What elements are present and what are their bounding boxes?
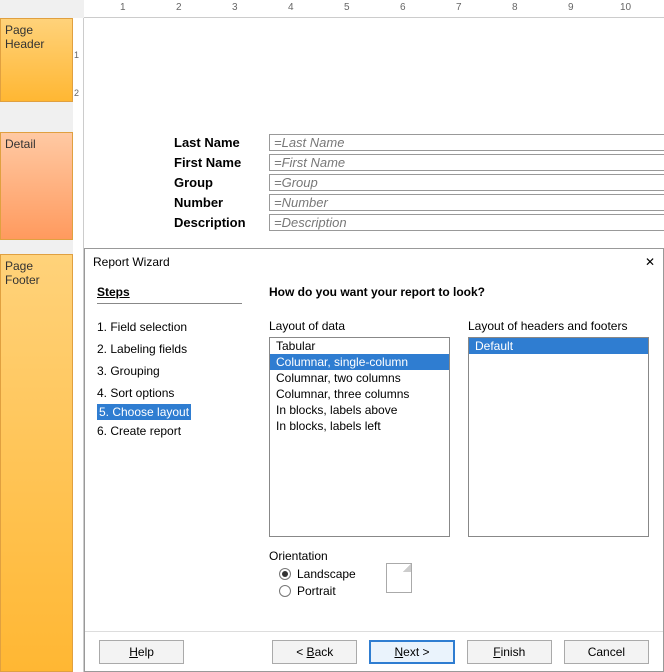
orientation-label: Orientation [269,549,356,563]
layout-option[interactable]: Columnar, single-column [270,354,449,370]
wizard-question: How do you want your report to look? [269,285,649,299]
layout-data-label: Layout of data [269,319,450,333]
report-designer: Page Header Detail Page Footer 1 2 3 4 5… [0,0,664,672]
layout-option[interactable]: In blocks, labels left [270,418,449,434]
field-placeholder[interactable]: =Description [269,214,664,231]
field-label: Number [174,195,269,210]
step-labeling-fields[interactable]: 2. Labeling fields [97,338,242,360]
field-row: Number=Number [174,192,664,212]
step-create-report[interactable]: 6. Create report [97,420,242,442]
section-label: Page Footer [5,259,40,287]
section-label: Page Header [5,23,44,51]
layout-option[interactable]: Columnar, two columns [270,370,449,386]
step-field-selection[interactable]: 1. Field selection [97,316,242,338]
step-sort-options[interactable]: 4. Sort options [97,382,242,404]
field-placeholder[interactable]: =Group [269,174,664,191]
report-wizard-dialog: Report Wizard ✕ Steps 1. Field selection… [84,248,664,672]
step-choose-layout[interactable]: 5. Choose layout [97,404,191,420]
ruler-vertical: 1 2 [73,18,84,672]
detail-fields: Last Name=Last Name First Name=First Nam… [174,132,664,232]
section-label: Detail [5,137,36,151]
hf-option[interactable]: Default [469,338,648,354]
close-icon[interactable]: ✕ [645,255,655,269]
ruler-horizontal: 1 2 3 4 5 6 7 8 9 10 [84,0,664,18]
section-page-footer[interactable]: Page Footer [0,254,73,672]
field-label: First Name [174,155,269,170]
layout-hf-listbox[interactable]: Default [468,337,649,537]
page-preview-icon [386,563,412,593]
layout-option[interactable]: Tabular [270,338,449,354]
steps-heading: Steps [97,285,242,304]
layout-option[interactable]: Columnar, three columns [270,386,449,402]
field-placeholder[interactable]: =Last Name [269,134,664,151]
help-button[interactable]: Help [99,640,184,664]
section-page-header[interactable]: Page Header [0,18,73,102]
back-button[interactable]: < Back [272,640,357,664]
layout-data-listbox[interactable]: Tabular Columnar, single-column Columnar… [269,337,450,537]
section-detail[interactable]: Detail [0,132,73,240]
field-placeholder[interactable]: =Number [269,194,664,211]
radio-label: Landscape [297,567,356,581]
layout-hf-label: Layout of headers and footers [468,319,649,333]
field-placeholder[interactable]: =First Name [269,154,664,171]
steps-pane: Steps 1. Field selection 2. Labeling fie… [85,275,255,631]
wizard-main-pane: How do you want your report to look? Lay… [255,275,663,631]
field-row: Group=Group [174,172,664,192]
radio-icon [279,568,291,580]
layout-option[interactable]: In blocks, labels above [270,402,449,418]
radio-label: Portrait [297,584,336,598]
finish-button[interactable]: Finish [467,640,552,664]
step-grouping[interactable]: 3. Grouping [97,360,242,382]
dialog-title: Report Wizard [93,255,170,269]
field-label: Description [174,215,269,230]
field-row: Description=Description [174,212,664,232]
orientation-portrait[interactable]: Portrait [279,584,356,598]
orientation-landscape[interactable]: Landscape [279,567,356,581]
dialog-titlebar: Report Wizard ✕ [85,249,663,275]
dialog-buttons: Help < Back Next > Finish Cancel [85,631,663,672]
cancel-button[interactable]: Cancel [564,640,649,664]
field-row: First Name=First Name [174,152,664,172]
radio-icon [279,585,291,597]
field-label: Group [174,175,269,190]
field-row: Last Name=Last Name [174,132,664,152]
next-button[interactable]: Next > [369,640,454,664]
field-label: Last Name [174,135,269,150]
